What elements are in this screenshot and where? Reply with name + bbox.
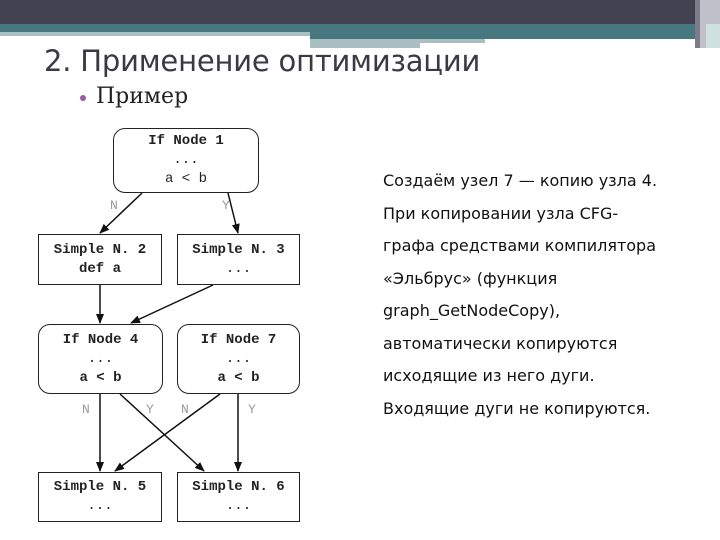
node-title: If Node 1 <box>148 133 224 149</box>
description-line: «Эльбрус» (функция <box>383 268 558 288</box>
node-title: Simple N. 2 <box>53 241 147 258</box>
node-simple-6: Simple N. 6 ... <box>177 472 300 522</box>
edge-label-n7-n5: N <box>181 402 189 417</box>
edge-label-n4-n5: N <box>82 402 90 417</box>
node-simple-5: Simple N. 5 ... <box>38 472 162 522</box>
edge-n4-n6 <box>119 393 205 472</box>
edge-label-n7-n6: Y <box>248 402 256 417</box>
description-line: При копировании узла CFG- <box>383 203 619 223</box>
node-if-7: If Node 7 ... a < b <box>177 324 300 394</box>
description-line: graph_GetNodeCopy), <box>383 301 561 320</box>
node-title: If Node 7 <box>200 331 277 348</box>
node-title: Simple N. 6 <box>192 479 285 495</box>
node-title: Simple N. 3 <box>192 241 285 258</box>
edge-label-n4-n6: Y <box>146 402 154 417</box>
edge-label-n1-n3: Y <box>222 198 230 213</box>
description-line: исходящие из него дуги. <box>383 366 595 385</box>
node-body: ... <box>87 498 113 514</box>
node-body: def a <box>78 260 121 277</box>
edge-n7-n5 <box>114 393 221 472</box>
node-simple-3: Simple N. 3 ... <box>177 234 300 285</box>
node-condition: a < b <box>164 171 207 187</box>
node-if-1: If Node 1 ... a < b <box>113 128 259 193</box>
node-body: ... <box>225 260 252 277</box>
node-body: ... <box>225 498 252 514</box>
edge-label-n1-n2: N <box>110 198 118 213</box>
node-body: ... <box>225 350 252 367</box>
node-condition: a < b <box>217 369 260 386</box>
description-line: Входящие дуги не копируются. <box>383 398 651 418</box>
node-body: ... <box>87 350 114 367</box>
description-line: графа средствами компилятора <box>383 236 657 255</box>
description-line: автоматически копируются <box>383 333 618 353</box>
description-line: Создаём узел 7 — копию узла 4. <box>383 171 658 190</box>
node-simple-2: Simple N. 2 def a <box>38 234 162 285</box>
node-title: Simple N. 5 <box>53 479 147 495</box>
description-text: Создаём узел 7 — копию узла 4. При копир… <box>383 168 713 428</box>
node-condition: a < b <box>79 369 122 386</box>
edge-n1-n2 <box>99 192 143 234</box>
node-title: If Node 4 <box>62 331 139 348</box>
node-if-4: If Node 4 ... a < b <box>38 324 163 394</box>
node-body: ... <box>173 152 199 168</box>
edge-n3-n4 <box>130 284 214 324</box>
